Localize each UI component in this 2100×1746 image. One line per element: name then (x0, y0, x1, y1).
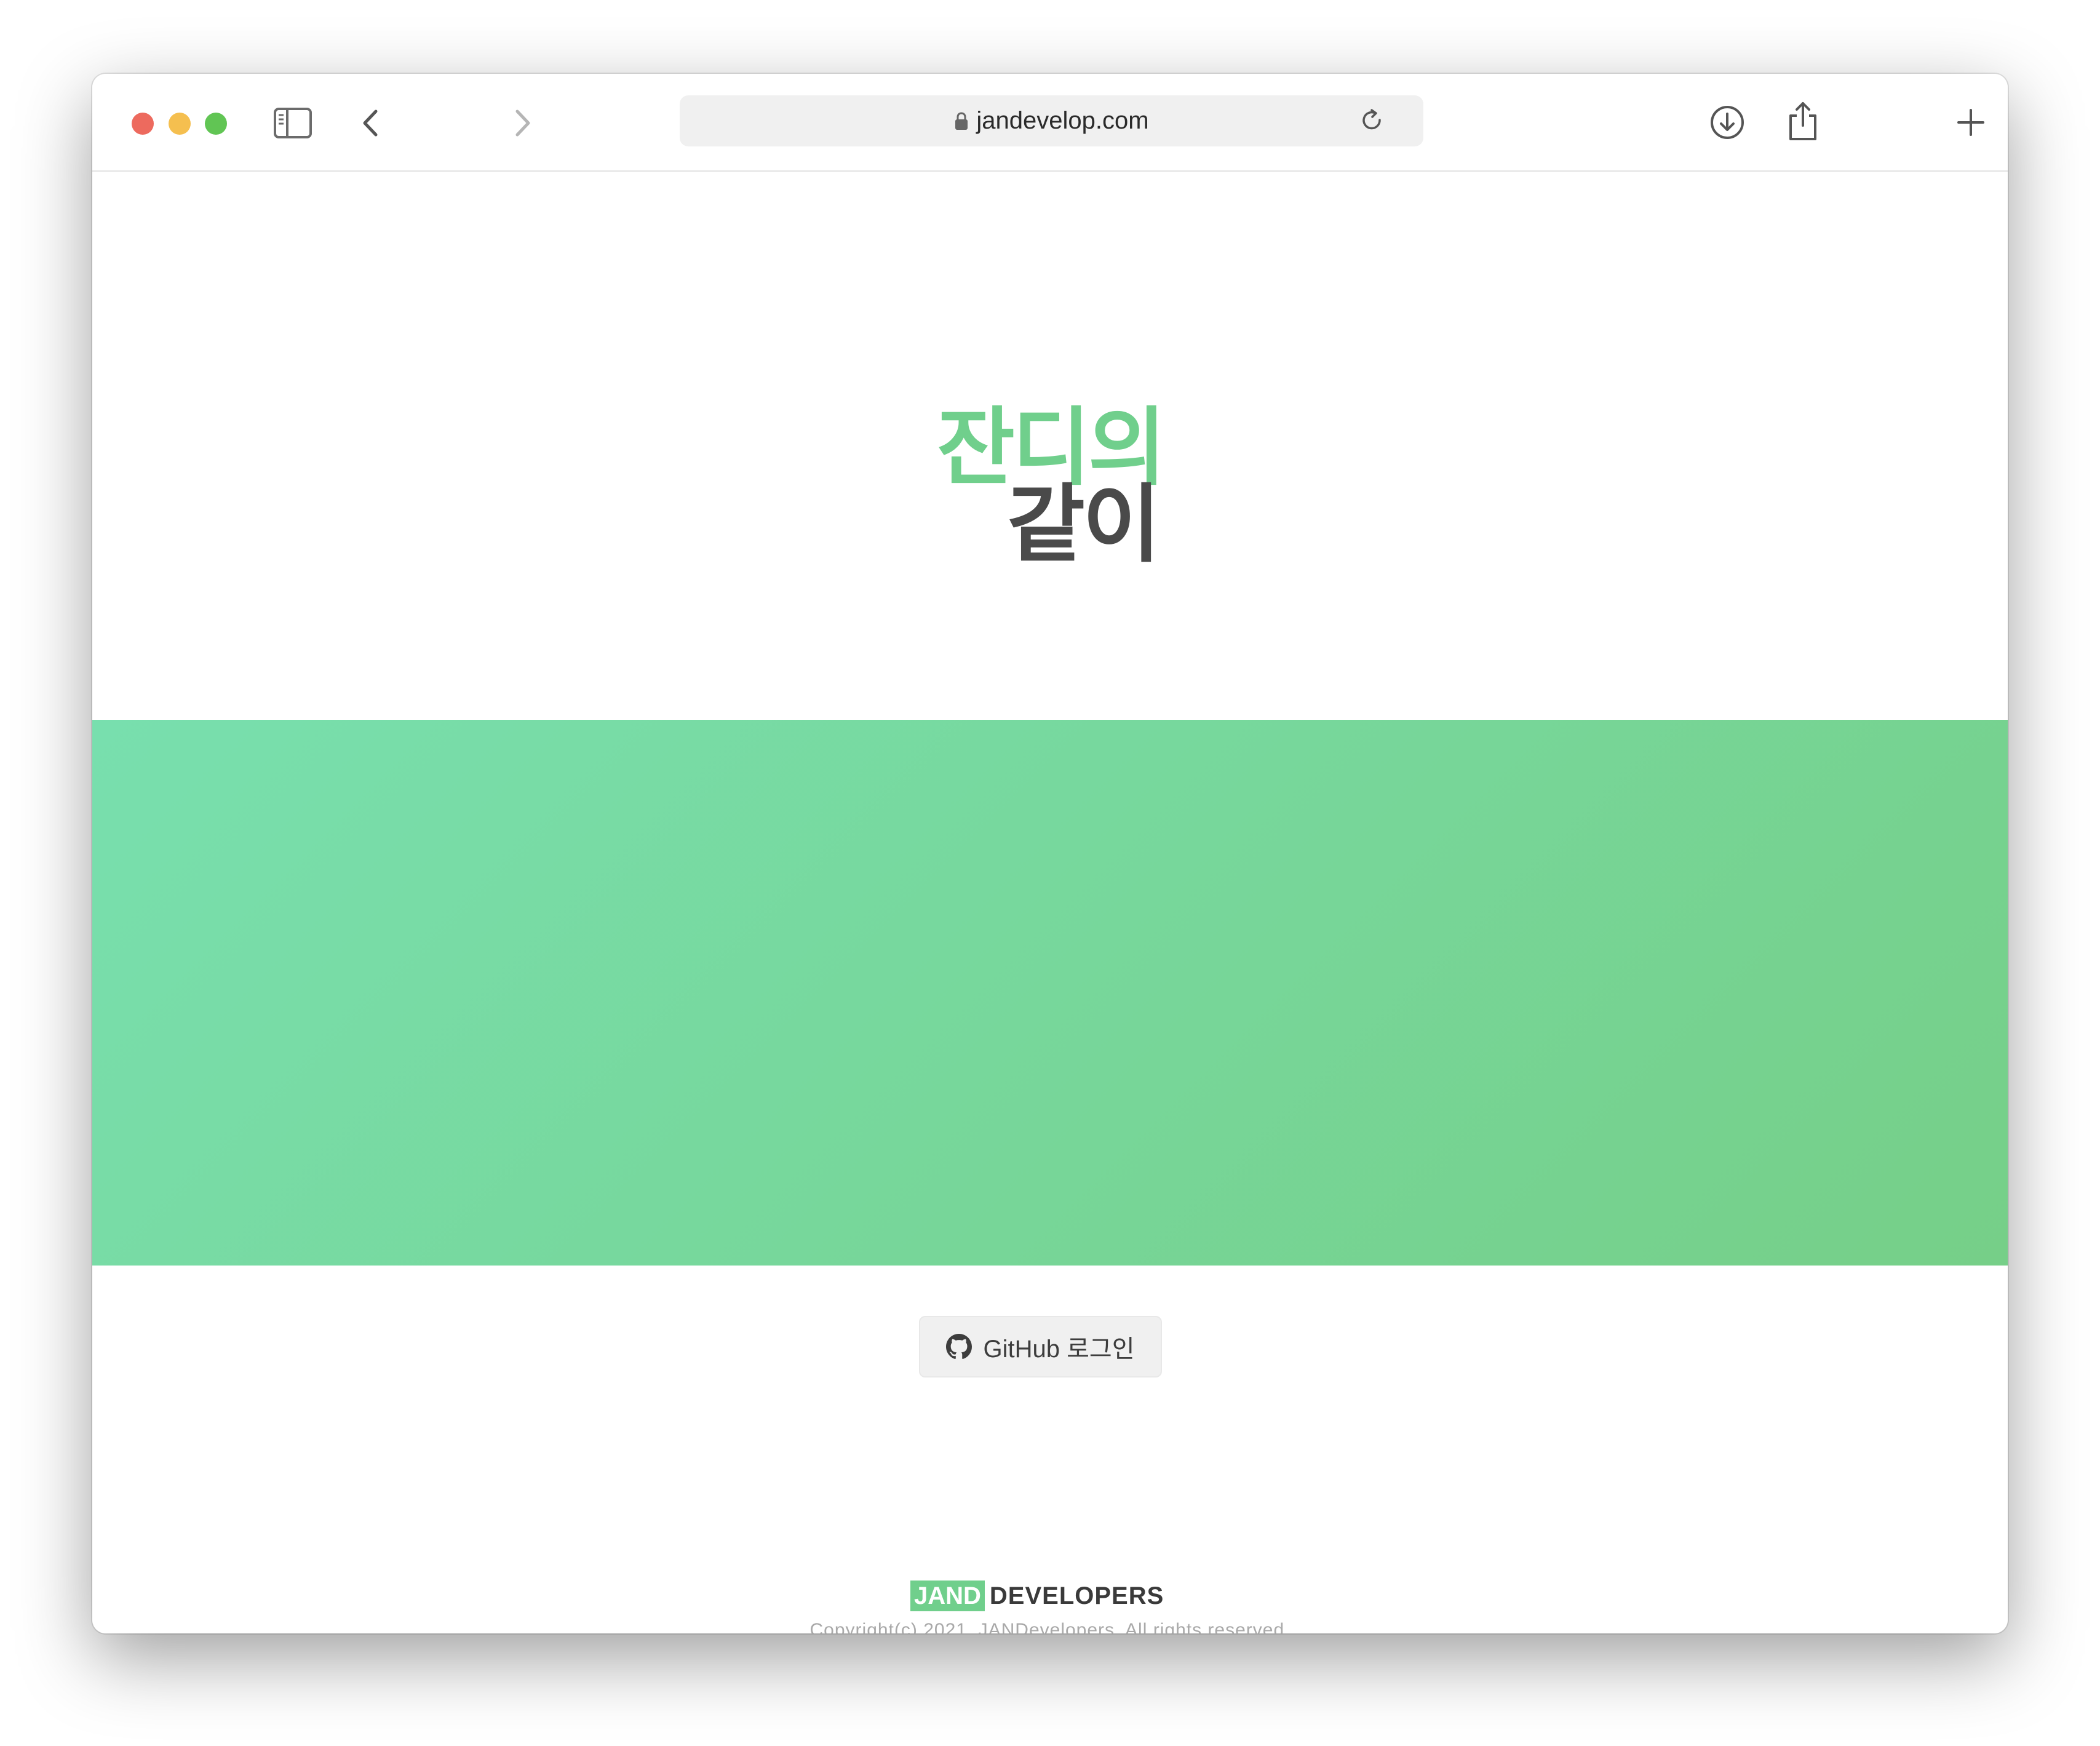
maximize-window-button[interactable] (205, 113, 227, 135)
brand-highlight: JAND (910, 1581, 985, 1611)
address-bar[interactable]: jandevelop.com (680, 95, 1423, 146)
download-icon[interactable] (1709, 105, 1745, 140)
reload-icon[interactable] (1359, 108, 1385, 134)
hero-banner (92, 720, 2008, 1266)
footer-copyright: Copyright(c) 2021. JANDevelopers. All ri… (809, 1620, 1291, 1633)
brand-name: DEVELOPERS (989, 1582, 1164, 1609)
share-icon[interactable] (1788, 101, 1818, 142)
sidebar-icon[interactable] (274, 108, 312, 138)
back-arrow-icon[interactable] (359, 108, 383, 138)
minimize-window-button[interactable] (169, 113, 191, 135)
url-text: jandevelop.com (976, 107, 1149, 134)
page-content: 잔디의 같이 GitHub 로그인 JAND DEVELOPERS Copyri… (92, 172, 2008, 1633)
browser-toolbar: jandevelop.com (92, 74, 2008, 172)
lock-icon (955, 111, 968, 130)
github-login-button[interactable]: GitHub 로그인 (919, 1316, 1162, 1377)
close-window-button[interactable] (132, 113, 154, 135)
github-login-label: GitHub 로그인 (983, 1336, 1135, 1363)
new-tab-plus-icon[interactable] (1956, 108, 1986, 137)
forward-arrow-icon[interactable] (510, 108, 535, 138)
browser-window: jandevelop.com 잔디의 같이 GitHub 로그인 JAND DE… (92, 74, 2008, 1633)
github-icon (946, 1334, 972, 1359)
logo-title-line2: 같이 (1007, 475, 1161, 574)
footer-brand-logo: JAND DEVELOPERS (910, 1581, 1164, 1611)
